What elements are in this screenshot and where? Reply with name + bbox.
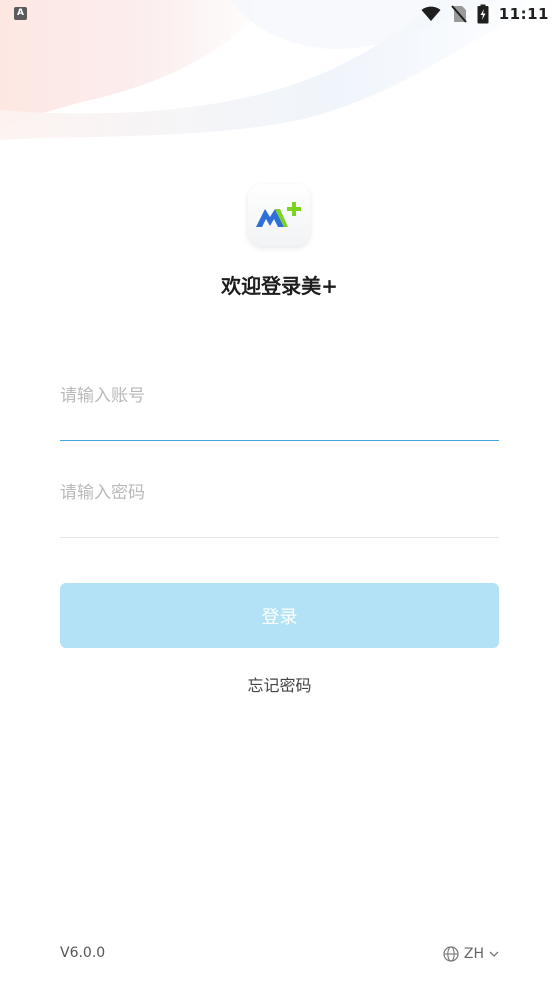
login-button-label: 登录: [261, 606, 298, 628]
password-input-underline: [60, 537, 499, 538]
login-button[interactable]: 登录: [60, 583, 499, 648]
app-version: V6.0.0: [60, 945, 106, 961]
m-plus-logo-icon: [256, 202, 301, 227]
account-input[interactable]: [60, 376, 499, 416]
status-bar: A 11:11: [0, 0, 559, 30]
language-label: ZH: [463, 946, 484, 962]
battery-charging-icon: [477, 4, 489, 24]
status-right-group: 11:11: [421, 3, 549, 25]
wifi-icon: [421, 6, 441, 21]
app-logo: [248, 184, 310, 246]
status-time: 11:11: [498, 5, 549, 23]
notification-app-icon: A: [14, 7, 27, 20]
account-input-underline: [60, 440, 499, 441]
chevron-down-icon: [489, 951, 499, 957]
globe-icon: [443, 946, 459, 962]
language-selector[interactable]: ZH: [443, 943, 499, 965]
forgot-password-link[interactable]: 忘记密码: [0, 672, 559, 696]
no-sim-icon: [450, 5, 467, 23]
welcome-title: 欢迎登录美+: [221, 274, 338, 298]
password-input[interactable]: [60, 473, 499, 513]
